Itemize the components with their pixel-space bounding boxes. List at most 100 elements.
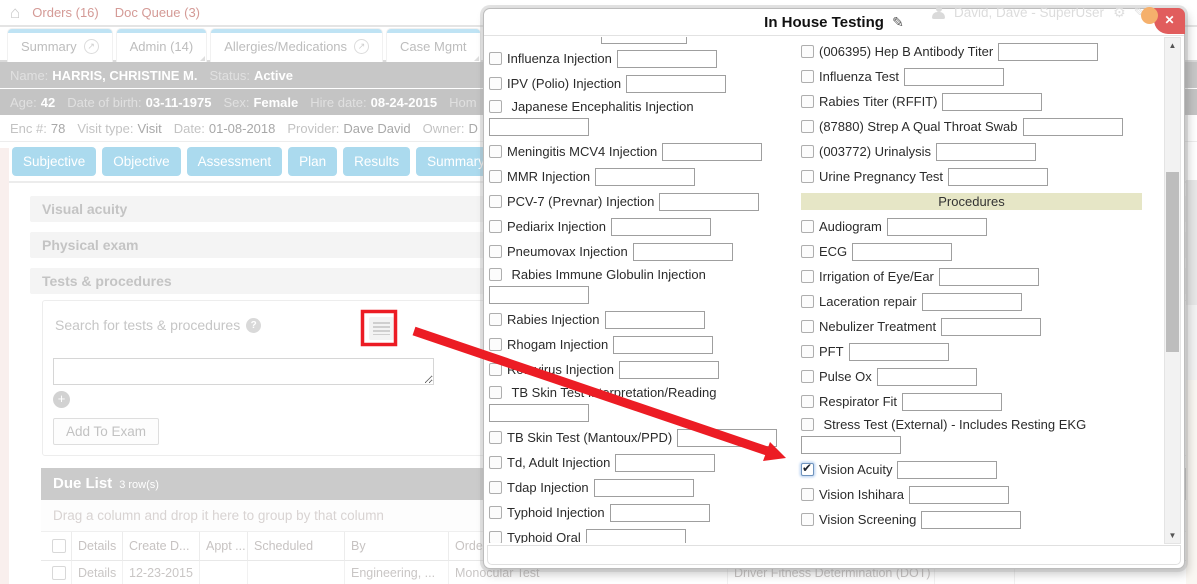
item-checkbox[interactable] [489,52,502,65]
item-checkbox[interactable] [801,370,814,383]
item-value-input[interactable] [998,43,1098,61]
item-value-input[interactable] [939,268,1039,286]
open-in-new-icon[interactable]: ↗ [84,39,99,54]
item-checkbox[interactable] [801,418,814,431]
row-checkbox[interactable] [52,566,66,580]
scroll-down-icon[interactable]: ▼ [1165,528,1180,543]
patient-tab[interactable]: Admin (14) [117,29,207,62]
close-icon[interactable]: ✕ [1154,8,1185,34]
item-checkbox[interactable] [801,513,814,526]
item-value-input[interactable] [921,511,1021,529]
search-tests-input[interactable] [53,358,434,385]
item-checkbox[interactable] [801,295,814,308]
item-value-input[interactable] [852,243,952,261]
item-value-input[interactable] [941,318,1041,336]
item-checkbox[interactable] [801,395,814,408]
item-value-input[interactable] [662,143,762,161]
dialog-scrollbar[interactable]: ▲ ▼ [1164,37,1181,544]
item-checkbox[interactable] [489,245,502,258]
soap-section-button[interactable]: Plan [288,147,337,176]
item-checkbox[interactable] [489,77,502,90]
item-checkbox[interactable] [801,145,814,158]
item-checkbox[interactable] [801,463,814,476]
soap-section-button[interactable]: Assessment [187,147,283,176]
patient-tab[interactable]: Summary ↗ [8,29,112,62]
toolbar-icon[interactable]: ⚙ [1113,4,1126,21]
item-value-input[interactable] [595,168,695,186]
column-header[interactable]: Scheduled [248,532,345,561]
item-checkbox[interactable] [489,268,502,281]
patient-tab[interactable]: Case Mgmt [387,29,479,62]
item-value-input[interactable] [633,243,733,261]
item-checkbox[interactable] [801,270,814,283]
clipped-item-input[interactable] [601,37,687,44]
item-value-input[interactable] [909,486,1009,504]
item-checkbox[interactable] [489,145,502,158]
column-header[interactable]: Details [72,532,123,561]
item-value-input[interactable] [877,368,977,386]
item-value-input[interactable] [594,479,694,497]
item-value-input[interactable] [586,529,686,544]
item-checkbox[interactable] [801,320,814,333]
item-value-input[interactable] [1023,118,1123,136]
item-checkbox[interactable] [489,170,502,183]
item-value-input[interactable] [610,504,710,522]
item-value-input[interactable] [902,393,1002,411]
item-checkbox[interactable] [489,506,502,519]
item-checkbox[interactable] [801,345,814,358]
item-checkbox[interactable] [801,45,814,58]
item-value-input[interactable] [887,218,987,236]
open-in-new-icon[interactable]: ↗ [354,39,369,54]
item-checkbox[interactable] [801,70,814,83]
item-value-input[interactable] [659,193,759,211]
item-checkbox[interactable] [801,170,814,183]
scrollbar-thumb[interactable] [1166,172,1179,352]
item-checkbox[interactable] [801,245,814,258]
help-icon[interactable]: ? [246,318,261,333]
edit-title-pencil-icon[interactable]: ✎ [892,14,904,30]
home-icon[interactable]: ⌂ [10,3,20,23]
item-value-input[interactable] [626,75,726,93]
item-checkbox[interactable] [801,488,814,501]
soap-section-button[interactable]: Results [343,147,410,176]
column-header[interactable] [41,532,72,561]
item-value-input[interactable] [619,361,719,379]
item-value-input[interactable] [489,286,589,304]
help-circle-icon[interactable] [1141,7,1158,24]
item-value-input[interactable] [613,336,713,354]
item-value-input[interactable] [942,93,1042,111]
item-value-input[interactable] [936,143,1036,161]
item-value-input[interactable] [801,436,901,454]
item-checkbox[interactable] [489,431,502,444]
item-value-input[interactable] [677,429,777,447]
item-value-input[interactable] [904,68,1004,86]
item-checkbox[interactable] [801,95,814,108]
soap-section-button[interactable]: Subjective [12,147,96,176]
patient-tab[interactable]: Allergies/Medications ↗ [211,29,382,62]
item-value-input[interactable] [489,118,589,136]
item-value-input[interactable] [617,50,717,68]
item-value-input[interactable] [849,343,949,361]
add-icon[interactable]: + [53,391,70,408]
item-value-input[interactable] [489,404,589,422]
browse-tests-list-button[interactable] [369,317,394,340]
column-header[interactable]: Create D... [123,532,200,561]
top-nav-link[interactable]: Orders (16) [32,5,98,20]
item-checkbox[interactable] [489,313,502,326]
item-value-input[interactable] [611,218,711,236]
item-checkbox[interactable] [801,220,814,233]
scroll-up-icon[interactable]: ▲ [1165,38,1180,53]
add-to-exam-button[interactable]: Add To Exam [53,418,159,445]
item-value-input[interactable] [897,461,997,479]
item-checkbox[interactable] [489,481,502,494]
item-checkbox[interactable] [489,531,502,543]
item-checkbox[interactable] [489,338,502,351]
top-nav-link[interactable]: Doc Queue (3) [115,5,200,20]
item-checkbox[interactable] [489,195,502,208]
item-value-input[interactable] [605,311,705,329]
soap-section-button[interactable]: Objective [102,147,180,176]
item-checkbox[interactable] [489,456,502,469]
item-checkbox[interactable] [489,100,502,113]
column-header[interactable]: Appt ... [200,532,248,561]
column-header[interactable]: By [345,532,449,561]
